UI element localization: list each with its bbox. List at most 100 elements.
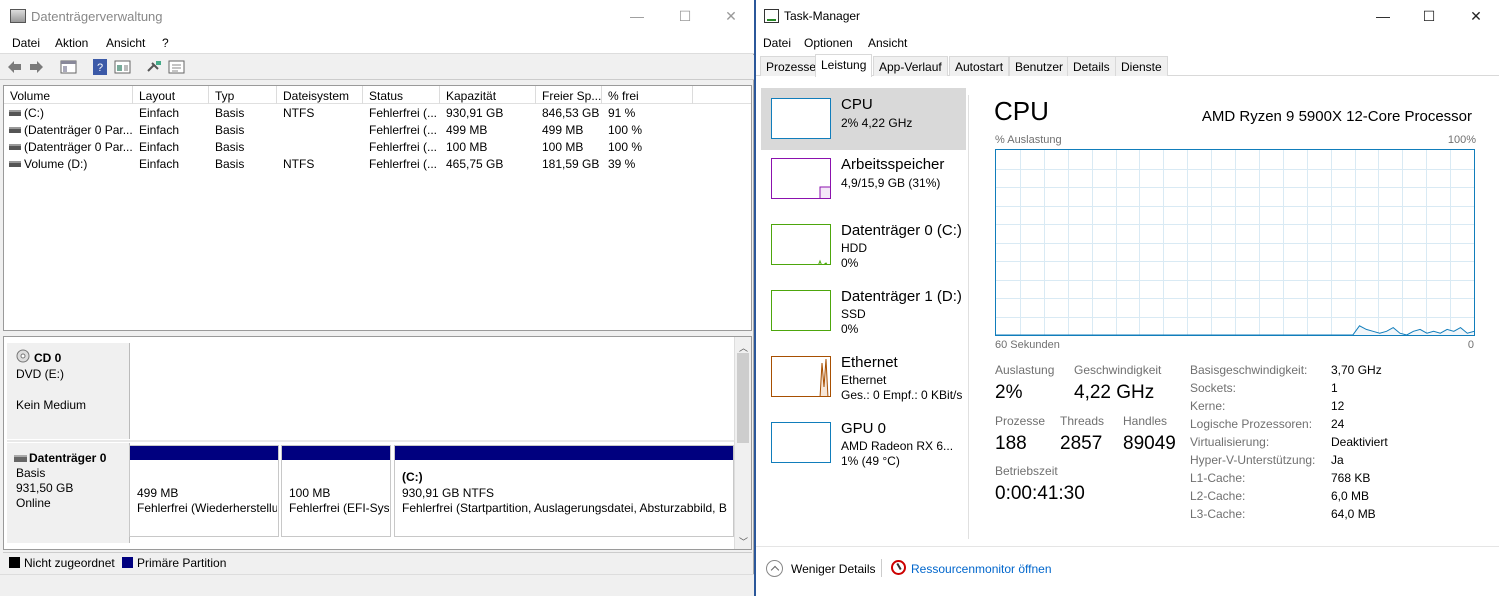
- primary-partition-swatch: [122, 557, 133, 568]
- volume-cell: 100 %: [608, 123, 643, 137]
- settings-icon[interactable]: [168, 59, 185, 75]
- volume-list-header: Volume Layout Typ Dateisystem Status Kap…: [4, 86, 751, 104]
- partition-efi[interactable]: 100 MB Fehlerfrei (EFI-Syst: [281, 445, 391, 537]
- partition-status: Fehlerfrei (Startpartition, Auslagerungs…: [402, 501, 727, 515]
- sidebar-title: Ethernet: [841, 354, 898, 371]
- footer-separator: [881, 559, 882, 577]
- tab-app-verlauf[interactable]: App-Verlauf: [873, 56, 948, 76]
- forward-arrow-icon[interactable]: [28, 59, 45, 75]
- tm-footer: Weniger Details Ressourcenmonitor öffnen: [756, 546, 1499, 590]
- back-arrow-icon[interactable]: [6, 59, 23, 75]
- dm-menu-help[interactable]: ?: [162, 36, 169, 50]
- volume-row[interactable]: (Datenträger 0 Par... Einfach Basis Fehlerf…: [4, 139, 751, 156]
- volume-cell: Einfach: [139, 106, 180, 120]
- sidebar-sub: 4,9/15,9 GB (31%): [841, 176, 941, 190]
- tm-maximize-button[interactable]: ☐: [1406, 0, 1452, 32]
- dm-titlebar[interactable]: Datenträgerverwaltung — ☐ ✕: [0, 0, 754, 32]
- graph-vertical-scrollbar[interactable]: ︿ ﹀: [734, 337, 751, 549]
- col-header-dateisystem[interactable]: Dateisystem: [277, 86, 363, 104]
- col-header-status[interactable]: Status: [363, 86, 440, 104]
- connect-icon[interactable]: [146, 59, 163, 75]
- volume-cell: NTFS: [283, 157, 315, 171]
- sidebar-item-memory[interactable]: Arbeitsspeicher 4,9/15,9 GB (31%): [761, 148, 966, 210]
- stat-value-betriebszeit: 0:00:41:30: [995, 483, 1085, 504]
- sidebar-item-ethernet[interactable]: Ethernet Ethernet Ges.: 0 Empf.: 0 KBit/…: [761, 346, 966, 408]
- tab-leistung[interactable]: Leistung: [815, 54, 873, 77]
- partition-recovery[interactable]: 499 MB Fehlerfrei (Wiederherstellu: [129, 445, 279, 537]
- gpu-mini-graph: [771, 422, 831, 463]
- properties-icon[interactable]: [114, 59, 131, 75]
- cpu-detail-key: Logische Prozessoren:: [1190, 417, 1313, 431]
- tm-titlebar[interactable]: Task-Manager — ☐ ✕: [756, 0, 1499, 32]
- dm-maximize-button[interactable]: ☐: [662, 0, 708, 32]
- legend-primary: Primäre Partition: [137, 556, 227, 570]
- cd-name: CD 0: [34, 351, 62, 365]
- volume-cell: 181,59 GB: [542, 157, 600, 171]
- tm-menu-ansicht[interactable]: Ansicht: [868, 36, 907, 50]
- volume-list[interactable]: Volume Layout Typ Dateisystem Status Kap…: [3, 85, 752, 331]
- tm-tabs: Prozesse Leistung App-Verlauf Autostart …: [756, 54, 1499, 77]
- tab-details[interactable]: Details: [1067, 56, 1116, 76]
- tm-menu-optionen[interactable]: Optionen: [804, 36, 853, 50]
- dm-toolbar: ?: [0, 55, 754, 80]
- cpu-detail-key: Sockets:: [1190, 381, 1237, 395]
- disk-0-size: 931,50 GB: [16, 481, 74, 495]
- volume-cell: 499 MB: [542, 123, 584, 137]
- console-tree-icon[interactable]: [60, 59, 77, 75]
- volume-cell: (C:): [24, 106, 44, 120]
- ethernet-mini-graph-plot: [819, 358, 829, 396]
- sidebar-item-cpu[interactable]: CPU 2% 4,22 GHz: [761, 88, 966, 150]
- disk-legend: Nicht zugeordnet Primäre Partition: [3, 552, 752, 572]
- sidebar-sub: HDD: [841, 241, 867, 255]
- resource-monitor-icon[interactable]: [891, 560, 906, 575]
- cd-0-label[interactable]: CD 0 DVD (E:) Kein Medium: [7, 343, 130, 439]
- partition-c[interactable]: (C:) 930,91 GB NTFS Fehlerfrei (Startpar…: [394, 445, 734, 537]
- scroll-thumb[interactable]: [737, 353, 749, 443]
- col-header-layout[interactable]: Layout: [133, 86, 209, 104]
- tm-menu-datei[interactable]: Datei: [763, 36, 791, 50]
- scroll-down-icon[interactable]: ﹀: [739, 535, 748, 548]
- tab-dienste[interactable]: Dienste: [1115, 56, 1168, 76]
- dm-minimize-button[interactable]: —: [614, 0, 660, 32]
- col-header-typ[interactable]: Typ: [209, 86, 277, 104]
- volume-row[interactable]: (C:) Einfach Basis NTFS Fehlerfrei (... 930,9…: [4, 105, 751, 122]
- volume-row[interactable]: (Datenträger 0 Par... Einfach Basis Fehlerf…: [4, 122, 751, 139]
- tab-benutzer[interactable]: Benutzer: [1009, 56, 1070, 76]
- sidebar-item-disk-0[interactable]: Datenträger 0 (C:) HDD 0%: [761, 214, 966, 276]
- col-header-prozent-frei[interactable]: % frei: [602, 86, 693, 104]
- disk-separator: [7, 440, 736, 442]
- chevron-up-icon[interactable]: [766, 560, 783, 577]
- volume-row[interactable]: Volume (D:) Einfach Basis NTFS Fehlerfrei (.…: [4, 156, 751, 173]
- drive-icon: [9, 127, 21, 133]
- tm-minimize-button[interactable]: —: [1360, 0, 1406, 32]
- sidebar-item-disk-1[interactable]: Datenträger 1 (D:) SSD 0%: [761, 280, 966, 342]
- dm-menu-ansicht[interactable]: Ansicht: [106, 36, 145, 50]
- sidebar-title: CPU: [841, 96, 873, 113]
- col-header-volume[interactable]: Volume: [4, 86, 133, 104]
- volume-cell: 39 %: [608, 157, 636, 171]
- tab-prozesse[interactable]: Prozesse: [760, 56, 823, 76]
- partition-color-bar: [282, 446, 390, 460]
- tab-autostart[interactable]: Autostart: [949, 56, 1010, 76]
- dm-menu-aktion[interactable]: Aktion: [55, 36, 88, 50]
- col-header-kapazitaet[interactable]: Kapazität: [440, 86, 536, 104]
- partition-size: 930,91 GB NTFS: [402, 486, 495, 500]
- dm-menu-datei[interactable]: Datei: [12, 36, 40, 50]
- volume-cell: 465,75 GB: [446, 157, 504, 171]
- partition-color-bar: [130, 446, 278, 460]
- disk-0-name: Datenträger 0: [29, 451, 107, 465]
- help-icon[interactable]: ?: [92, 59, 109, 75]
- col-header-freier-speicher[interactable]: Freier Sp...: [536, 86, 602, 104]
- cpu-detail-value: 64,0 MB: [1331, 507, 1376, 521]
- resource-monitor-link[interactable]: Ressourcenmonitor öffnen: [911, 562, 1052, 576]
- tm-close-button[interactable]: ✕: [1453, 0, 1499, 32]
- stat-label-threads: Threads: [1060, 414, 1105, 428]
- disk-0-label[interactable]: Datenträger 0 Basis 931,50 GB Online: [7, 443, 130, 543]
- sidebar-item-gpu-0[interactable]: GPU 0 AMD Radeon RX 6... 1% (49 °C): [761, 412, 966, 474]
- cpu-detail-value: 3,70 GHz: [1331, 363, 1382, 377]
- cd-drive-icon: [16, 349, 30, 363]
- memory-mini-graph: [771, 158, 831, 199]
- less-details-button[interactable]: Weniger Details: [791, 562, 875, 576]
- dm-close-button[interactable]: ✕: [708, 0, 754, 32]
- legend-unallocated: Nicht zugeordnet: [24, 556, 115, 570]
